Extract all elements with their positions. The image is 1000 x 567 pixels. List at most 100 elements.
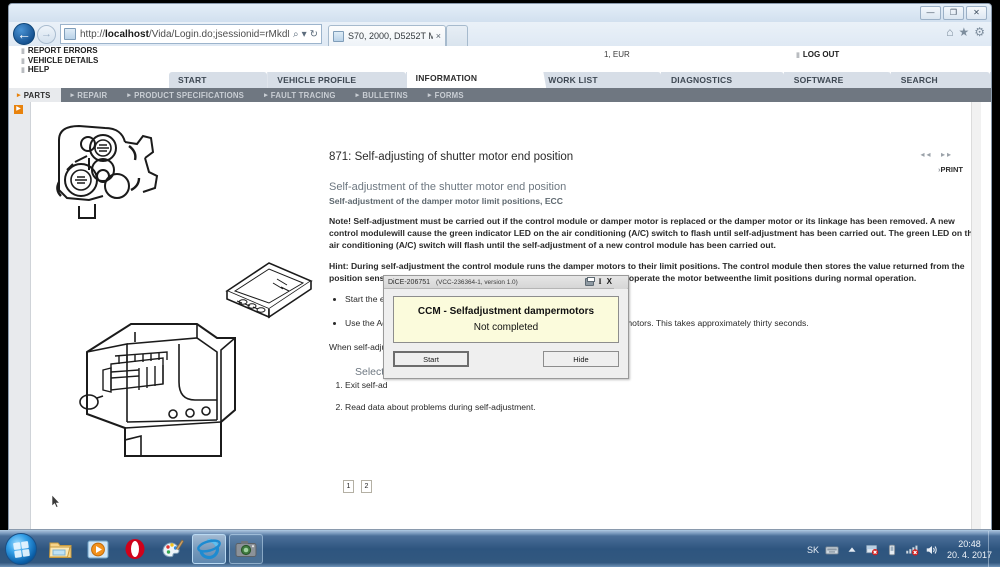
pager-prev-icon[interactable]: ◂◂ <box>920 150 932 159</box>
taskbar-item-opera[interactable] <box>118 534 152 564</box>
tab-title: S70, 2000, D5252T MSA 15.... <box>348 31 433 41</box>
restore-button[interactable]: ❐ <box>943 6 964 20</box>
removable-media-icon[interactable] <box>885 543 899 557</box>
subnav-label: BULLETINS <box>362 90 408 100</box>
browser-tab[interactable]: S70, 2000, D5252T MSA 15.... × <box>328 25 446 46</box>
hide-button[interactable]: Hide <box>543 351 619 367</box>
page-selector: 1 2 <box>343 480 372 493</box>
illustration-engine-belt-drive <box>56 124 159 219</box>
subnav-repair[interactable]: ▸ REPAIR <box>71 91 118 100</box>
volume-icon[interactable] <box>925 543 939 557</box>
tab-search[interactable]: SEARCH <box>891 72 990 88</box>
subnav-fault-tracing[interactable]: ▸ FAULT TRACING <box>264 91 346 100</box>
illustration-damper-motor <box>79 323 236 457</box>
action-center-flag-icon[interactable] <box>865 543 879 557</box>
network-icon[interactable] <box>905 543 919 557</box>
settings-gear-icon[interactable]: ⚙ <box>974 25 985 39</box>
favorites-icon[interactable]: ★ <box>958 25 969 39</box>
tab-label: WORK LIST <box>548 75 598 85</box>
start-button[interactable]: Start <box>393 351 469 367</box>
page-icon <box>64 28 76 40</box>
browser-navigation-bar: ← → http://localhost/Vida/Login.do;jsess… <box>9 22 991 46</box>
caret-right-icon: ▸ <box>127 92 132 99</box>
tab-favicon <box>333 30 344 42</box>
back-icon[interactable]: ← <box>13 23 35 45</box>
media-player-icon <box>87 540 109 558</box>
browser-toolbar-icons: ⌂ ★ ⚙ <box>946 25 985 39</box>
minimize-button[interactable]: — <box>920 6 941 20</box>
page-button-2[interactable]: 2 <box>361 480 372 493</box>
info-icon[interactable]: I <box>599 277 602 286</box>
dialog-buttons: Start Hide <box>384 343 628 367</box>
list-item: Read data about problems during self-adj… <box>345 402 981 414</box>
note-paragraph: Note! Self-adjustment must be carried ou… <box>329 216 978 250</box>
tab-software[interactable]: SOFTWARE <box>784 72 891 88</box>
sidebar-expand-icon[interactable]: ▶ <box>14 105 23 114</box>
windows-taskbar: SK 20:48 20. 4. 2017 <box>0 530 1000 567</box>
mouse-cursor <box>52 495 61 508</box>
dialog-message-panel: CCM - Selfadjustment dampermotors Not co… <box>393 296 619 343</box>
tab-label: DIAGNOSTICS <box>670 75 733 85</box>
subnav-forms[interactable]: ▸ FORMS <box>428 91 474 100</box>
page-button-1[interactable]: 1 <box>343 480 354 493</box>
subnav-parts[interactable]: ▸ PARTS <box>9 88 61 102</box>
subnav-label: REPAIR <box>77 90 108 100</box>
show-hidden-icons-icon[interactable] <box>845 543 859 557</box>
print-link[interactable]: ›PRINT <box>938 165 963 174</box>
subnav-bulletins[interactable]: ▸ BULLETINS <box>356 91 418 100</box>
forward-icon[interactable]: → <box>37 24 56 44</box>
tab-start[interactable]: START <box>169 72 268 88</box>
address-bar[interactable]: http://localhost/Vida/Login.do;jsessioni… <box>60 24 322 44</box>
close-icon[interactable]: X <box>607 277 612 286</box>
taskbar-item-media-player[interactable] <box>81 534 115 564</box>
tab-close-icon[interactable]: × <box>433 31 441 41</box>
home-icon[interactable]: ⌂ <box>946 25 953 39</box>
list-item: Exit self-ad <box>345 380 981 392</box>
tab-label: SOFTWARE <box>793 75 844 85</box>
tab-information[interactable]: INFORMATION <box>406 68 539 88</box>
taskbar-item-explorer[interactable] <box>44 534 78 564</box>
subnav-label: PRODUCT SPECIFICATIONS <box>134 90 245 100</box>
vida-application: ▮ REPORT ERRORS ▮ VEHICLE DETAILS ▮ HELP 1,… <box>9 46 991 529</box>
dialog-titlebar[interactable]: DiCE-206751 (VCC-236364-1, version 1.0) … <box>384 276 628 289</box>
taskbar-item-internet-explorer[interactable] <box>192 534 226 564</box>
show-desktop-button[interactable] <box>988 531 996 567</box>
clock-date: 20. 4. 2017 <box>946 549 992 560</box>
dropdown-icon[interactable]: ▾ <box>302 29 307 40</box>
tray-clock[interactable]: 20:48 20. 4. 2017 <box>945 539 992 561</box>
caret-right-icon: ▸ <box>427 92 432 99</box>
logout-link[interactable]: ▮ LOG OUT <box>796 50 839 59</box>
address-text: http://localhost/Vida/Login.do;jsessioni… <box>80 28 289 40</box>
dialog-titlebar-icons: I X <box>584 276 612 286</box>
subnav-product-specifications[interactable]: ▸ PRODUCT SPECIFICATIONS <box>127 91 254 100</box>
keyboard-icon[interactable] <box>825 543 839 557</box>
close-button[interactable]: ✕ <box>966 6 987 20</box>
print-icon[interactable] <box>584 276 595 286</box>
vida-header: ▮ REPORT ERRORS ▮ VEHICLE DETAILS ▮ HELP 1,… <box>9 46 991 74</box>
taskbar-item-paint[interactable] <box>155 534 189 564</box>
bullet-icon: ▮ <box>21 48 25 55</box>
tab-vehicle-profile[interactable]: VEHICLE PROFILE <box>268 72 406 88</box>
dialog-id-label: DiCE-206751 <box>388 278 431 286</box>
tab-diagnostics[interactable]: DIAGNOSTICS <box>661 72 784 88</box>
tray-language[interactable]: SK <box>807 545 819 555</box>
taskbar-items <box>44 534 263 564</box>
document-scrollbar[interactable] <box>971 102 981 529</box>
refresh-icon[interactable]: ↻ <box>310 29 318 40</box>
search-icon[interactable]: ⌕ <box>293 29 299 40</box>
left-sidebar: ▶ <box>9 102 31 529</box>
tab-work-list[interactable]: WORK LIST <box>539 72 661 88</box>
pager-arrows[interactable]: ◂◂ ▸▸ <box>920 150 953 159</box>
numbered-steps: Exit self-ad Read data about problems du… <box>329 380 981 413</box>
caret-right-icon: ▸ <box>355 92 360 99</box>
market-label: 1, EUR <box>604 50 630 59</box>
taskbar-item-screenshot-tool[interactable] <box>229 534 263 564</box>
new-tab-button[interactable] <box>446 25 468 46</box>
bullet-icon: ▮ <box>796 52 800 59</box>
clock-time: 20:48 <box>958 538 981 549</box>
start-button[interactable] <box>5 533 37 565</box>
caret-right-icon: ▸ <box>264 92 268 99</box>
dialog-message-line1: CCM - Selfadjustment dampermotors <box>417 306 595 317</box>
dialog-version-label: (VCC-236364-1, version 1.0) <box>436 278 518 286</box>
pager-next-icon[interactable]: ▸▸ <box>941 150 953 159</box>
